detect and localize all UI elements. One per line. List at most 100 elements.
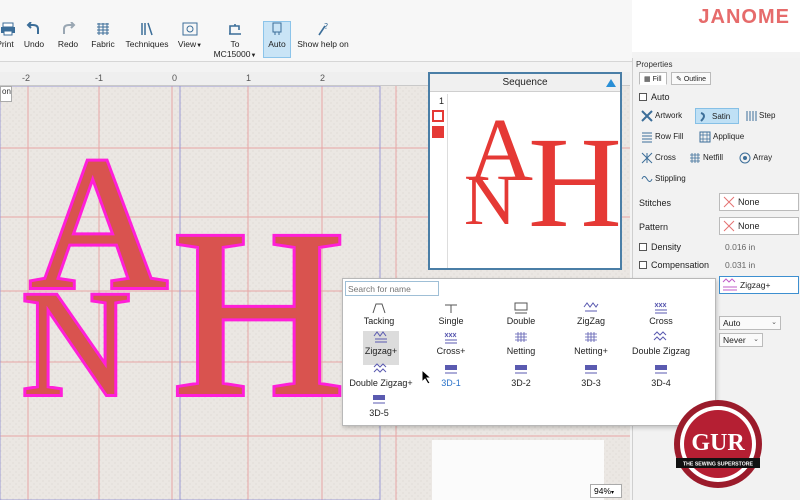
density-checkbox[interactable]: Density xyxy=(639,242,681,252)
sequence-preview-image: H A N xyxy=(464,101,622,255)
compensation-label: Compensation xyxy=(651,260,710,270)
stitch-double-label: Double xyxy=(506,316,536,326)
stitch-netting[interactable]: Netting xyxy=(485,331,557,361)
stitch-double[interactable]: Double xyxy=(485,301,557,331)
stippling-icon xyxy=(641,176,653,182)
print-icon xyxy=(1,22,15,36)
fabric-button[interactable]: Fabric xyxy=(90,22,116,58)
applique-icon xyxy=(699,131,711,143)
undo-label: Undo xyxy=(23,39,45,49)
sequence-panel: Sequence 1 H A N xyxy=(428,72,622,270)
fill-type-stippling[interactable]: Stippling xyxy=(639,171,695,187)
auto-dropdown[interactable]: Auto ⌄ xyxy=(719,316,781,330)
main-toolbar: Print Undo Redo Fabric Techniques View▼ … xyxy=(0,0,632,62)
stitch-double-zigzag[interactable]: Double Zigzag xyxy=(625,331,697,361)
tab-outline[interactable]: ✎ Outline xyxy=(671,72,711,85)
fill-type-artwork[interactable]: Artwork xyxy=(639,108,691,124)
fill-type-applique[interactable]: Applique xyxy=(697,129,751,145)
ruler-tick: 0 xyxy=(172,73,178,83)
sequence-title: Sequence xyxy=(502,77,548,88)
redo-icon xyxy=(63,22,76,34)
auto-button[interactable]: Auto xyxy=(263,21,291,58)
pattern-label: Pattern xyxy=(639,222,669,232)
compensation-checkbox[interactable]: Compensation xyxy=(639,260,709,270)
fill-type-row-fill[interactable]: Row Fill xyxy=(639,129,693,145)
stitch-cross-plus-label: Cross+ xyxy=(436,346,466,356)
sequence-list: 1 xyxy=(430,94,448,268)
stitch-3d-4[interactable]: 3D-4 xyxy=(625,363,697,393)
auto-icon xyxy=(272,22,282,35)
redo-button[interactable]: Redo xyxy=(56,22,80,58)
mouse-cursor-icon xyxy=(421,369,433,385)
view-button[interactable]: View▼ xyxy=(176,22,204,58)
stitch-cross[interactable]: Cross xyxy=(625,301,697,331)
gur-logo: GUR THE SEWING SUPERSTORE xyxy=(674,400,762,488)
never-dropdown-value: Never xyxy=(723,335,746,345)
pattern-select[interactable]: None xyxy=(719,217,799,235)
step-icon xyxy=(746,111,757,121)
auto-checkbox[interactable]: Auto xyxy=(639,92,670,102)
fill-type-netfill[interactable]: Netfill xyxy=(687,150,733,166)
stitch-double-zigzag-plus-label: Double Zigzag+ xyxy=(349,378,413,388)
auto-check-box[interactable] xyxy=(639,93,647,101)
left-side-button[interactable]: on xyxy=(0,86,12,102)
applique-label: Applique xyxy=(713,132,745,141)
letter-h[interactable]: H xyxy=(169,177,348,449)
row-fill-icon xyxy=(642,132,652,143)
stitch-single[interactable]: Single xyxy=(415,301,487,331)
to-machine-button[interactable]: To MC15000▼ xyxy=(208,22,262,59)
zoom-level[interactable]: 94%▾ xyxy=(590,484,622,498)
compensation-value[interactable]: 0.031 in xyxy=(725,260,755,270)
stitch-3d-3[interactable]: 3D-3 xyxy=(555,363,627,393)
fill-type-step[interactable]: Step xyxy=(743,108,783,124)
stitch-3d-5-label: 3D-5 xyxy=(369,408,389,418)
letter-n[interactable]: N xyxy=(19,258,133,430)
chevron-down-icon: ⌄ xyxy=(753,336,759,343)
print-button[interactable]: Print xyxy=(0,22,16,58)
stitch-3d-5[interactable]: 3D-5 xyxy=(343,393,415,423)
stitch-3d-2[interactable]: 3D-2 xyxy=(485,363,557,393)
fill-type-cross[interactable]: Cross xyxy=(639,150,685,166)
stitch-netting-plus[interactable]: Netting+ xyxy=(555,331,627,361)
zigzag-plus-icon xyxy=(722,278,737,291)
fill-type-satin[interactable]: Satin xyxy=(695,108,739,124)
help-icon: ? xyxy=(318,22,328,36)
stitch-tacking[interactable]: Tacking xyxy=(343,301,415,331)
tab-fill[interactable]: ▦ Fill xyxy=(639,72,667,85)
never-dropdown[interactable]: Never ⌄ xyxy=(719,333,763,347)
properties-title: Properties xyxy=(636,60,673,69)
collapse-triangle-icon[interactable] xyxy=(606,79,616,87)
3d-1-icon xyxy=(445,365,457,374)
sequence-outline-swatch[interactable] xyxy=(432,110,444,122)
techniques-button[interactable]: Techniques xyxy=(124,22,170,58)
auto-dropdown-value: Auto xyxy=(723,318,741,328)
fill-type-array[interactable]: Array xyxy=(737,150,779,166)
sequence-preview[interactable]: H A N xyxy=(448,94,622,268)
stitches-select[interactable]: None xyxy=(719,193,799,211)
stitches-label: Stitches xyxy=(639,198,672,208)
stitch-double-zigzag-plus[interactable]: Double Zigzag+ xyxy=(343,363,419,393)
stitch-cross-plus[interactable]: Cross+ xyxy=(415,331,487,361)
compensation-check-box[interactable] xyxy=(639,261,647,269)
show-help-button[interactable]: ? Show help on xyxy=(296,22,350,58)
cross-stitch-icon xyxy=(654,302,667,314)
stitch-search-input[interactable] xyxy=(345,281,439,296)
stitch-type-popup: Tacking Single Double ZigZag Cross Zigza… xyxy=(342,278,716,426)
density-value[interactable]: 0.016 in xyxy=(725,242,755,252)
stitch-netting-label: Netting xyxy=(506,346,536,356)
netfill-icon xyxy=(690,153,700,163)
ruler-tick: 2 xyxy=(320,73,326,83)
undo-button[interactable]: Undo xyxy=(22,22,46,58)
stitch-zigzag-plus[interactable]: Zigzag+ xyxy=(363,331,399,365)
density-check-box[interactable] xyxy=(639,243,647,251)
tab-outline-label: Outline xyxy=(683,76,706,83)
sequence-fill-swatch[interactable] xyxy=(432,126,444,138)
stitch-type-select[interactable]: Zigzag+ xyxy=(719,276,799,294)
single-icon xyxy=(445,304,457,313)
zoom-value: 94% xyxy=(594,486,612,496)
techniques-icon xyxy=(141,22,153,36)
zigzag-plus-icon xyxy=(373,331,387,343)
stitch-zigzag[interactable]: ZigZag xyxy=(555,301,627,331)
density-label: Density xyxy=(651,242,682,252)
stitch-3d-2-label: 3D-2 xyxy=(511,378,531,388)
